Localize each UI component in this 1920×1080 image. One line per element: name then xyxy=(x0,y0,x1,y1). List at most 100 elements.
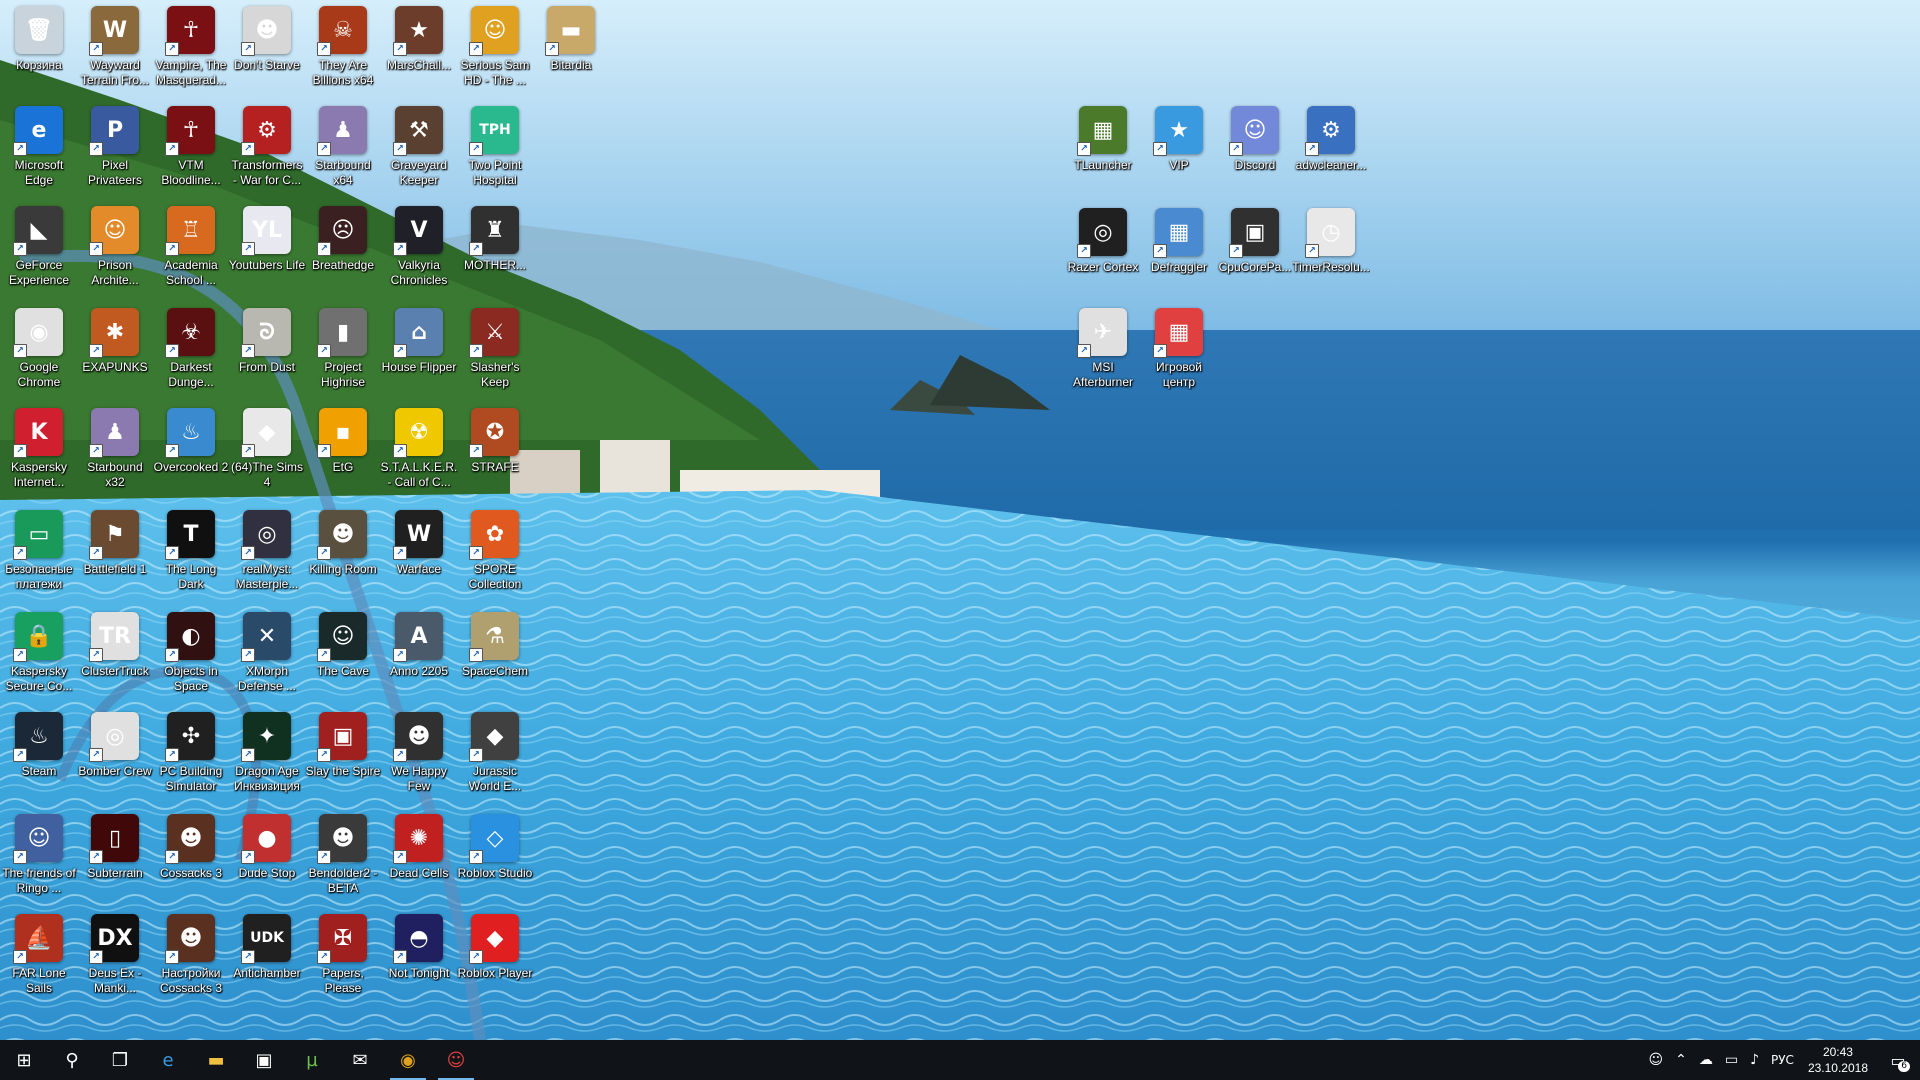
desktop-shortcut[interactable]: ▭ ↗ Безопасные платежи xyxy=(0,504,78,604)
desktop-shortcut[interactable]: ◉ ↗ Google Chrome xyxy=(0,302,78,402)
onedrive-icon[interactable]: ☁ xyxy=(1693,1052,1719,1068)
desktop-shortcut[interactable]: ◎ ↗ Bomber Crew xyxy=(76,706,154,806)
desktop-shortcut[interactable]: ◆ ↗ Roblox Player xyxy=(456,908,534,1008)
search-button[interactable]: ⚲ xyxy=(48,1040,96,1080)
desktop-shortcut[interactable]: ▯ ↗ Subterrain xyxy=(76,808,154,908)
desktop-shortcut[interactable]: ◐ ↗ Objects in Space xyxy=(152,606,230,706)
start-button[interactable]: ⊞ xyxy=(0,1040,48,1080)
desktop-shortcut[interactable]: ⚙ ↗ Transformers - War for C... xyxy=(228,100,306,200)
desktop-shortcut[interactable]: ✠ ↗ Papers, Please xyxy=(304,908,382,1008)
chevron-up-icon[interactable]: ⌃ xyxy=(1669,1052,1693,1068)
people-icon[interactable]: ☺ xyxy=(1642,1052,1669,1068)
desktop-shortcut[interactable]: ★ ↗ VIP xyxy=(1140,100,1218,200)
desktop-shortcut[interactable]: ☥ ↗ VTM Bloodline... xyxy=(152,100,230,200)
taskbar-app-store[interactable]: ▣ xyxy=(240,1040,288,1080)
desktop-shortcut[interactable]: ▮ ↗ Project Highrise xyxy=(304,302,382,402)
desktop-shortcut[interactable]: UDK ↗ Antichamber xyxy=(228,908,306,1008)
desktop-shortcut[interactable]: A ↗ Anno 2205 xyxy=(380,606,458,706)
desktop-shortcut[interactable]: ☻ ↗ Killing Room xyxy=(304,504,382,604)
desktop-shortcut[interactable]: DX ↗ Deus Ex - Manki... xyxy=(76,908,154,1008)
language-indicator[interactable]: РУС xyxy=(1765,1053,1800,1067)
desktop-shortcut[interactable]: ☺ ↗ Serious Sam HD - The ... xyxy=(456,0,534,100)
desktop-shortcut[interactable]: ☺ ↗ Discord xyxy=(1216,100,1294,200)
desktop-shortcut[interactable]: ⚒ ↗ Graveyard Keeper xyxy=(380,100,458,200)
clock[interactable]: 20:43 23.10.2018 xyxy=(1800,1044,1876,1076)
desktop-shortcut[interactable]: TR ↗ ClusterTruck xyxy=(76,606,154,706)
desktop-shortcut[interactable]: YL ↗ Youtubers Life xyxy=(228,200,306,300)
desktop-shortcut[interactable]: ◇ ↗ Roblox Studio xyxy=(456,808,534,908)
desktop-shortcut[interactable]: ▬ ↗ Bitardia xyxy=(532,0,610,100)
taskbar-app-chrome[interactable]: ◉ xyxy=(384,1040,432,1080)
desktop-shortcut[interactable]: ☹ ↗ Breathedge xyxy=(304,200,382,300)
desktop-shortcut[interactable]: ♖ ↗ Academia School ... xyxy=(152,200,230,300)
desktop-shortcut[interactable]: ☺ ↗ Prison Archite... xyxy=(76,200,154,300)
desktop-shortcut[interactable]: ᘐ ↗ From Dust xyxy=(228,302,306,402)
desktop-shortcut[interactable]: ✣ ↗ PC Building Simulator xyxy=(152,706,230,806)
desktop-shortcut[interactable]: ▦ ↗ Игровой центр xyxy=(1140,302,1218,402)
desktop-shortcut[interactable]: W ↗ Warface xyxy=(380,504,458,604)
desktop-shortcut[interactable]: ☺ ↗ The friends of Ringo ... xyxy=(0,808,78,908)
desktop-shortcut[interactable]: ⚙ ↗ adwcleaner... xyxy=(1292,100,1370,200)
desktop-shortcut[interactable]: ♨ ↗ Overcooked 2 xyxy=(152,402,230,502)
desktop-shortcut[interactable]: ✕ ↗ XMorph Defense ... xyxy=(228,606,306,706)
desktop-shortcut[interactable]: ☠ ↗ They Are Billions x64 xyxy=(304,0,382,100)
desktop-shortcut[interactable]: ♟ ↗ Starbound x64 xyxy=(304,100,382,200)
desktop-shortcut[interactable]: ▣ ↗ CpuCorePa... xyxy=(1216,202,1294,302)
taskbar-app-explorer[interactable]: ▬ xyxy=(192,1040,240,1080)
desktop-shortcut[interactable]: ☺ ↗ The Cave xyxy=(304,606,382,706)
shortcut-label: Battlefield 1 xyxy=(83,562,147,576)
desktop-shortcut[interactable]: ▦ ↗ Defraggler xyxy=(1140,202,1218,302)
desktop-shortcut[interactable]: ⌂ ↗ House Flipper xyxy=(380,302,458,402)
desktop-shortcut[interactable]: T ↗ The Long Dark xyxy=(152,504,230,604)
desktop-shortcut[interactable]: ★ ↗ MarsChall... xyxy=(380,0,458,100)
taskbar-app-utorrent[interactable]: µ xyxy=(288,1040,336,1080)
desktop-shortcut[interactable]: ♜ ↗ MOTHER... xyxy=(456,200,534,300)
desktop-shortcut[interactable]: ☻ ↗ Настройки Cossacks 3 xyxy=(152,908,230,1008)
desktop-shortcut[interactable]: ✿ ↗ SPORE Collection xyxy=(456,504,534,604)
network-icon[interactable]: ▭ xyxy=(1719,1052,1744,1068)
desktop-shortcut[interactable]: ✺ ↗ Dead Cells xyxy=(380,808,458,908)
desktop-shortcut[interactable]: ◓ ↗ Not Tonight xyxy=(380,908,458,1008)
desktop-shortcut[interactable]: ☻ ↗ We Happy Few xyxy=(380,706,458,806)
desktop-shortcut[interactable]: ✦ ↗ Dragon Age Инквизиция xyxy=(228,706,306,806)
desktop-shortcut[interactable]: ● ↗ Dude Stop xyxy=(228,808,306,908)
desktop-shortcut[interactable]: 🗑 Корзина xyxy=(0,0,78,100)
desktop-shortcut[interactable]: ◎ ↗ realMyst: Masterpie... xyxy=(228,504,306,604)
desktop-shortcut[interactable]: ☥ ↗ Vampire, The Masquerad... xyxy=(152,0,230,100)
desktop-shortcut[interactable]: ⚗ ↗ SpaceChem xyxy=(456,606,534,706)
desktop-shortcut[interactable]: P ↗ Pixel Privateers xyxy=(76,100,154,200)
desktop-shortcut[interactable]: K ↗ Kaspersky Internet... xyxy=(0,402,78,502)
desktop-shortcut[interactable]: ♟ ↗ Starbound x32 xyxy=(76,402,154,502)
desktop-shortcut[interactable]: ☻ ↗ Bendolder2 - BETA xyxy=(304,808,382,908)
desktop-shortcut[interactable]: ▪ ↗ EtG xyxy=(304,402,382,502)
desktop-shortcut[interactable]: ▣ ↗ Slay the Spire xyxy=(304,706,382,806)
task-view-button[interactable]: ❐ xyxy=(96,1040,144,1080)
taskbar-app-mail[interactable]: ✉ xyxy=(336,1040,384,1080)
desktop-shortcut[interactable]: ▦ ↗ TLauncher xyxy=(1064,100,1142,200)
desktop-shortcut[interactable]: ♨ ↗ Steam xyxy=(0,706,78,806)
desktop-shortcut[interactable]: V ↗ Valkyria Chronicles xyxy=(380,200,458,300)
desktop-shortcut[interactable]: ◎ ↗ Razer Cortex xyxy=(1064,202,1142,302)
action-center-button[interactable]: ▭ 6 xyxy=(1876,1040,1920,1080)
desktop-shortcut[interactable]: ◆ ↗ Jurassic World E... xyxy=(456,706,534,806)
desktop-shortcut[interactable]: ☻ ↗ Don't Starve xyxy=(228,0,306,100)
desktop-shortcut[interactable]: 🔒 ↗ Kaspersky Secure Co... xyxy=(0,606,78,706)
desktop-shortcut[interactable]: ✪ ↗ STRAFE xyxy=(456,402,534,502)
desktop-shortcut[interactable]: ⛵ ↗ FAR Lone Sails xyxy=(0,908,78,1008)
taskbar-app-edge[interactable]: e xyxy=(144,1040,192,1080)
volume-icon[interactable]: ♪ xyxy=(1744,1052,1765,1068)
desktop-shortcut[interactable]: ⚑ ↗ Battlefield 1 xyxy=(76,504,154,604)
desktop-shortcut[interactable]: W ↗ Wayward Terrain Fro... xyxy=(76,0,154,100)
desktop-shortcut[interactable]: ◆ ↗ (64)The Sims 4 xyxy=(228,402,306,502)
desktop-shortcut[interactable]: TPH ↗ Two Point Hospital xyxy=(456,100,534,200)
desktop-shortcut[interactable]: ⚔ ↗ Slasher's Keep xyxy=(456,302,534,402)
desktop-shortcut[interactable]: ☢ ↗ S.T.A.L.K.E.R. - Call of C... xyxy=(380,402,458,502)
desktop-shortcut[interactable]: ◣ ↗ GeForce Experience xyxy=(0,200,78,300)
desktop-shortcut[interactable]: ☻ ↗ Cossacks 3 xyxy=(152,808,230,908)
taskbar-app-discord[interactable]: ☺ xyxy=(432,1040,480,1080)
desktop-shortcut[interactable]: ✈ ↗ MSI Afterburner xyxy=(1064,302,1142,402)
desktop-shortcut[interactable]: ☣ ↗ Darkest Dunge... xyxy=(152,302,230,402)
desktop-shortcut[interactable]: ◷ ↗ TimerResolu... xyxy=(1292,202,1370,302)
desktop-shortcut[interactable]: ✱ ↗ EXAPUNKS xyxy=(76,302,154,402)
desktop-shortcut[interactable]: e ↗ Microsoft Edge xyxy=(0,100,78,200)
